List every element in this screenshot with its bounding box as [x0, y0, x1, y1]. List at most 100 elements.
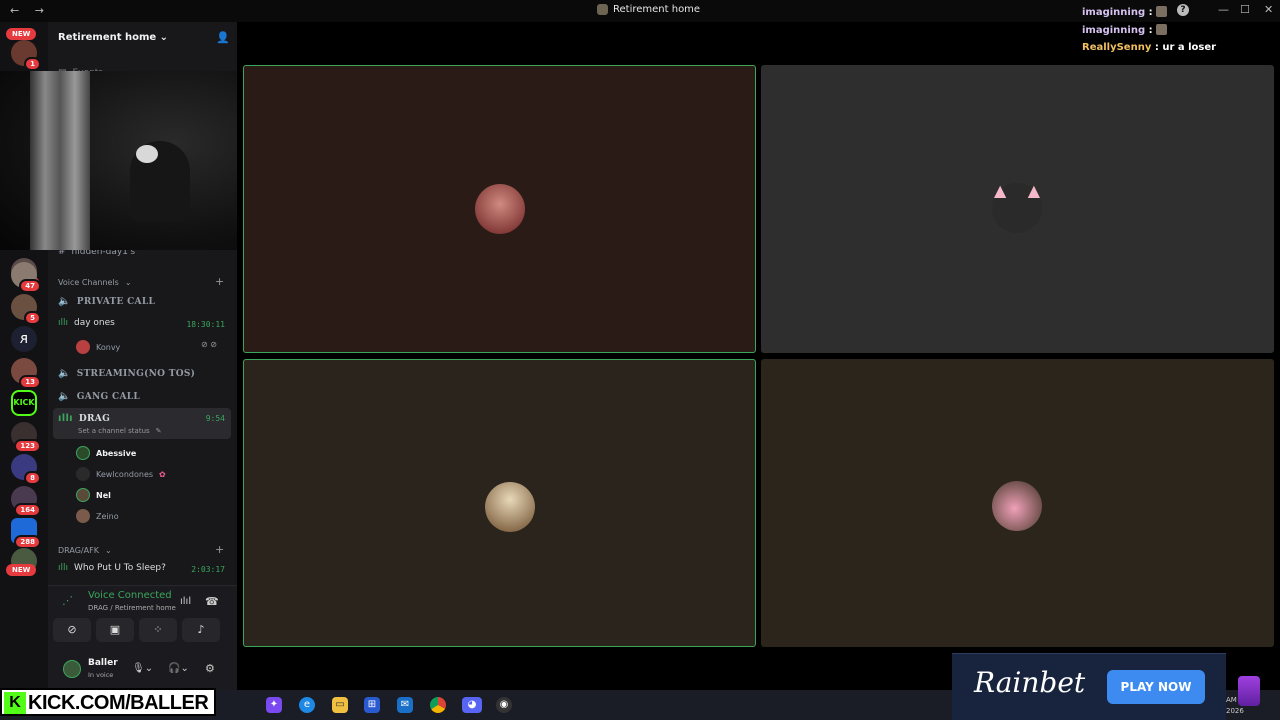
- server-header[interactable]: Retirement home ⌄: [58, 32, 168, 43]
- play-now-button[interactable]: PLAY NOW: [1107, 670, 1205, 704]
- activities-button[interactable]: ⁘: [139, 618, 177, 642]
- signal-icon: ⋰: [62, 594, 73, 607]
- afk-category-header[interactable]: DRAG/AFK ⌄: [58, 546, 112, 555]
- pencil-icon: ✎: [155, 427, 162, 435]
- add-channel-icon[interactable]: +: [215, 543, 224, 556]
- voice-member[interactable]: Nel: [76, 488, 111, 502]
- voice-member[interactable]: Abessive: [76, 446, 136, 460]
- cat-ear-icon: ▲: [994, 181, 1007, 200]
- obs-icon[interactable]: ◉: [496, 697, 512, 713]
- avatar: [76, 467, 90, 481]
- kick-server-icon[interactable]: KICK: [11, 390, 37, 416]
- voice-channel-afk[interactable]: ıllı Who Put U To Sleep?: [58, 563, 166, 573]
- channel-timer: 18:30:11: [186, 320, 225, 329]
- chat-message: imaginning :: [1082, 24, 1168, 36]
- voice-activity-icon: ıllı: [58, 318, 69, 328]
- channel-status[interactable]: Set a channel status ✎: [78, 427, 162, 435]
- server-icon-9[interactable]: 164: [11, 486, 41, 517]
- curtain-image: [30, 71, 90, 250]
- voice-location[interactable]: DRAG / Retirement home: [88, 604, 176, 612]
- voice-channel-day-ones[interactable]: ıllı day ones: [58, 318, 115, 328]
- window-title: Retirement home: [597, 4, 700, 15]
- chrome-icon[interactable]: [430, 697, 446, 713]
- server-icon-4[interactable]: 5: [11, 294, 41, 325]
- discord-icon[interactable]: ◕: [462, 697, 482, 713]
- voice-activity-icon: ıllı: [58, 413, 73, 424]
- avatar: [76, 446, 90, 460]
- soundboard-button[interactable]: ♪: [182, 618, 220, 642]
- voice-member[interactable]: Kewlcondones ✿: [76, 467, 166, 481]
- server-icon-8[interactable]: 8: [11, 454, 41, 485]
- minimize-icon[interactable]: —: [1218, 3, 1229, 16]
- server-icon-10[interactable]: 288: [11, 518, 41, 549]
- close-icon[interactable]: ✕: [1264, 3, 1273, 16]
- participant-avatar: [475, 184, 525, 234]
- activities-icon: ⁘: [153, 623, 163, 636]
- server-icon-1[interactable]: 1: [11, 40, 41, 71]
- server-icon-3[interactable]: 47: [11, 262, 41, 293]
- avatar: [76, 340, 90, 354]
- screen-share-button[interactable]: ▣: [96, 618, 134, 642]
- add-channel-icon[interactable]: +: [215, 275, 224, 288]
- voice-channel-streaming[interactable]: 🔈 STREAMING(NO TOS): [58, 368, 195, 379]
- voice-connected-label[interactable]: Voice Connected: [88, 590, 172, 601]
- channel-timer: 9:54: [205, 414, 225, 423]
- noise-suppression-icon[interactable]: ılıl: [180, 596, 191, 607]
- speaker-icon: 🔈: [58, 296, 71, 307]
- nitro-icon: ✿: [159, 469, 166, 479]
- camera-off-icon: ⊘: [67, 623, 77, 636]
- emote-image: [1156, 24, 1168, 35]
- sponsor-logo: Rainbet: [974, 666, 1086, 699]
- participant-tile[interactable]: [761, 359, 1274, 647]
- participant-tile[interactable]: ▲ ▲: [761, 65, 1274, 353]
- participant-avatar: [992, 481, 1042, 531]
- chat-message: ReallySenny : ur a loser: [1082, 42, 1217, 53]
- channel-timer: 2:03:17: [191, 565, 225, 574]
- edge-icon[interactable]: e: [299, 697, 315, 713]
- voice-channel-gang-call[interactable]: 🔈 GANG CALL: [58, 391, 140, 402]
- copilot-icon[interactable]: ✦: [266, 697, 282, 713]
- voice-activity-icon: ıllı: [58, 563, 69, 573]
- chevron-down-icon: ⌄: [124, 278, 132, 287]
- participant-tile[interactable]: [243, 359, 756, 647]
- help-icon[interactable]: ?: [1177, 4, 1189, 16]
- folder-icon[interactable]: ▭: [332, 697, 348, 713]
- store-icon[interactable]: ⊞: [364, 697, 380, 713]
- chat-message: imaginning :: [1082, 6, 1168, 18]
- voice-member[interactable]: Konvy: [76, 340, 120, 354]
- emote-image: [1156, 6, 1168, 17]
- avatar: [76, 488, 90, 502]
- server-icon-7[interactable]: 123: [11, 422, 41, 453]
- avatar[interactable]: [63, 660, 81, 678]
- server-icon-6[interactable]: 13: [11, 358, 41, 389]
- voice-channel-private-call[interactable]: 🔈 PRIVATE CALL: [58, 296, 155, 307]
- avatar: [76, 509, 90, 523]
- disconnect-icon[interactable]: ☎: [205, 595, 219, 608]
- username[interactable]: Baller: [88, 658, 118, 668]
- kick-logo-icon: K: [4, 692, 26, 714]
- voice-category-header[interactable]: Voice Channels ⌄: [58, 278, 132, 287]
- speaker-icon: 🔈: [58, 391, 71, 402]
- mute-deafen-icons: ⊘ ⊘: [201, 340, 217, 349]
- microphone-icon[interactable]: 🎙⌄: [132, 663, 153, 674]
- participant-tile[interactable]: [243, 65, 756, 353]
- mail-icon[interactable]: ✉: [397, 697, 413, 713]
- camera-off-button[interactable]: ⊘: [53, 618, 91, 642]
- mascot-graphic: [1238, 676, 1260, 706]
- speaker-icon: 🔈: [58, 368, 71, 379]
- streamer-figure: [130, 141, 190, 221]
- maximize-icon[interactable]: ☐: [1240, 3, 1250, 16]
- user-status: In voice: [88, 671, 114, 679]
- voice-connected-panel: ⋰ Voice Connected DRAG / Retirement home…: [48, 585, 237, 690]
- voice-stage: ▲ ▲: [237, 22, 1280, 690]
- voice-member[interactable]: Zeino: [76, 509, 119, 523]
- participant-avatar: ▲ ▲: [992, 181, 1042, 233]
- sponsor-ad: Rainbet PLAY NOW: [952, 653, 1226, 720]
- voice-channel-drag[interactable]: ıllı DRAG: [58, 413, 110, 424]
- gear-icon[interactable]: ⚙: [205, 662, 215, 675]
- new-pill-bottom: NEW: [6, 564, 37, 576]
- back-forward-nav[interactable]: ← →: [10, 4, 50, 17]
- headphones-icon[interactable]: 🎧⌄: [168, 663, 189, 674]
- server-icon-5[interactable]: ᴙ: [11, 326, 37, 352]
- add-member-icon[interactable]: 👤: [216, 31, 230, 44]
